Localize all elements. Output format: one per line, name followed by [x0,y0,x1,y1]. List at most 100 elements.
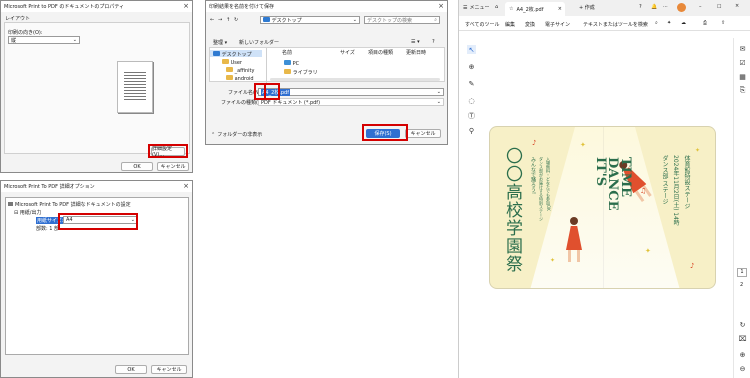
close-icon[interactable]: × [558,6,562,12]
forward-icon[interactable]: → [218,17,222,23]
ai-icon[interactable]: ✦ [667,20,671,26]
refresh-icon[interactable]: ↻ [234,17,238,23]
nav-item-android[interactable]: android [226,75,254,82]
folder-icon [226,67,233,72]
props-ok-button[interactable]: OK [121,162,153,171]
page-total: 2 [740,282,744,288]
bell-icon[interactable]: 🔔 [651,4,657,10]
tab-layout[interactable]: レイアウト [5,15,30,22]
cloud-upload-icon[interactable]: ☁ [681,20,686,26]
help-icon[interactable]: ? [639,4,642,10]
print-icon[interactable]: ⎙ [703,20,707,26]
preview-lines [124,72,146,100]
close-icon[interactable]: × [183,3,189,10]
share-icon[interactable]: ⇪ [721,20,725,26]
advanced-ok-button[interactable]: OK [115,365,147,374]
page-current[interactable]: 1 [737,268,747,277]
zoom-in-icon[interactable]: ⊕ [738,350,747,359]
text-icon[interactable]: Ⓣ [467,111,476,120]
col-type[interactable]: 項目の種類 [368,49,393,56]
printer-properties-dialog: Microsoft Print to PDF のドキュメントのプロパティ × レ… [0,0,193,173]
zoom-out-icon[interactable]: ⊖ [738,364,747,373]
poster-right-2: 2024年11月2日(土) 14時 [672,155,679,226]
cursor-icon[interactable]: ↖ [467,45,476,54]
tool-all-tools[interactable]: すべてのツール [465,21,499,28]
advanced-title: Microsoft Print To PDF 詳細オプション [4,184,95,190]
breadcrumb: デスクトップ [271,17,302,24]
hide-folders-button[interactable]: ⌃ フォルダーの非表示 [211,131,262,139]
save-as-dialog: 印刷結果を名前を付けて保存 × ← → ↑ ↻ デスクトップ ⌄ デスクトップの… [205,0,448,145]
file-item-library[interactable]: ライブラリ [284,69,318,76]
props-cancel-button[interactable]: キャンセル [157,162,189,171]
tool-esign[interactable]: 電子サイン [545,21,570,28]
menu-button[interactable]: ☰ メニュー [463,4,490,12]
stamp-icon[interactable]: ⚲ [467,126,476,135]
attach-icon[interactable]: ⎘ [738,86,747,95]
pen-icon[interactable]: ✎ [467,79,476,88]
tool-convert[interactable]: 変換 [525,21,535,28]
apps-icon[interactable]: ⋯ [663,4,668,10]
address-bar[interactable]: デスクトップ ⌄ [260,16,360,24]
avatar[interactable] [677,3,686,12]
nav-item-user[interactable]: User [222,59,242,66]
file-browser: デスクトップ User _affinity android 名前 サイズ 項目の… [209,47,445,83]
col-size[interactable]: サイズ [340,49,355,56]
poster-left-3: 入場無料・どなたでも参加OK [546,157,551,211]
home-icon[interactable]: ⌂ [495,4,498,10]
nav-item-affinity[interactable]: _affinity [226,67,254,74]
poster-title-time: TIME [618,157,633,198]
search-icon: ⌕ [434,17,437,23]
poster-school-title: 〇〇高校学園祭 [502,147,522,273]
document-tab[interactable]: ☆ A4_2枚.pdf × [505,2,565,16]
horizontal-scrollbar[interactable] [270,78,440,81]
lasso-icon[interactable]: ◌ [467,96,476,105]
col-date[interactable]: 更新日時 [406,49,426,56]
rotate-icon[interactable]: ↻ [738,320,747,329]
comment-icon[interactable]: ✉ [738,44,747,53]
search-icon[interactable]: ⌕ [655,20,658,26]
tool-search[interactable]: テキストまたはツールを検索 [583,21,648,28]
expand-icon: ⊟ [14,210,19,216]
filetype-select[interactable]: PDF ドキュメント (*.pdf) ⌄ [258,98,444,106]
col-name[interactable]: 名前 [282,49,292,56]
poster-left-1: みんなで踊ろう! [530,157,536,195]
up-icon[interactable]: ↑ [226,17,230,23]
left-tool-rail: ↖ ⊕ ✎ ◌ Ⓣ ⚲ [465,42,479,142]
pages-icon[interactable]: ▦ [738,72,747,81]
close-icon[interactable]: × [183,183,189,190]
new-folder-button[interactable]: 新しいフォルダー [239,39,279,46]
chevron-down-icon: ⌄ [436,99,441,105]
advanced-cancel-button[interactable]: キャンセル [151,365,187,374]
tool-edit[interactable]: 編集 [505,21,515,28]
poster-right-1: ダンス部 ステージ [661,155,668,205]
sparkle-icon: ✦ [645,247,651,255]
window-close-icon[interactable]: × [735,3,739,9]
library-icon [284,69,291,74]
highlight-save [362,124,408,141]
help-icon[interactable]: ? [432,39,435,45]
close-icon[interactable]: × [438,3,444,10]
filename-input[interactable]: A4_2枚.pdf ⌄ [258,88,444,96]
bookmark-icon[interactable]: ☑ [738,58,747,67]
pdf-page: 〇〇高校学園祭 みんなで踊ろう! ダンス部がお届けする特別ステージ 入場無料・ど… [489,126,716,289]
music-note-icon: ♪ [532,139,537,147]
minimize-icon[interactable]: – [699,4,702,10]
fit-page-icon[interactable]: ⌧ [738,334,747,343]
folder-icon [226,75,233,80]
tree-root[interactable]: Microsoft Print To PDF 詳細なドキュメントの設定 [8,201,131,208]
orientation-select[interactable]: 縦 ⌄ [8,36,80,44]
zoom-icon[interactable]: ⊕ [467,62,476,71]
file-item-pc[interactable]: PC [284,60,299,67]
orientation-value: 縦 [11,37,17,44]
back-icon[interactable]: ← [210,17,214,23]
search-input[interactable]: デスクトップの検索 ⌕ [364,16,440,24]
copies-label: 部数: 1 部 [36,226,60,232]
organize-button[interactable]: 整理 ▾ [213,39,227,46]
view-icon[interactable]: ☰ ▾ [411,39,420,45]
tree-paper-output[interactable]: ⊟ 用紙/出力 [14,209,41,216]
save-cancel-button[interactable]: キャンセル [405,129,441,138]
maximize-icon[interactable]: ☐ [717,4,721,10]
create-button[interactable]: + 作成 [579,4,595,11]
save-titlebar: 印刷結果を名前を付けて保存 × [206,1,447,12]
viewer-toolbar: すべてのツール 編集 変換 電子サイン テキストまたはツールを検索 ⌕ ✦ ☁ … [459,16,750,31]
